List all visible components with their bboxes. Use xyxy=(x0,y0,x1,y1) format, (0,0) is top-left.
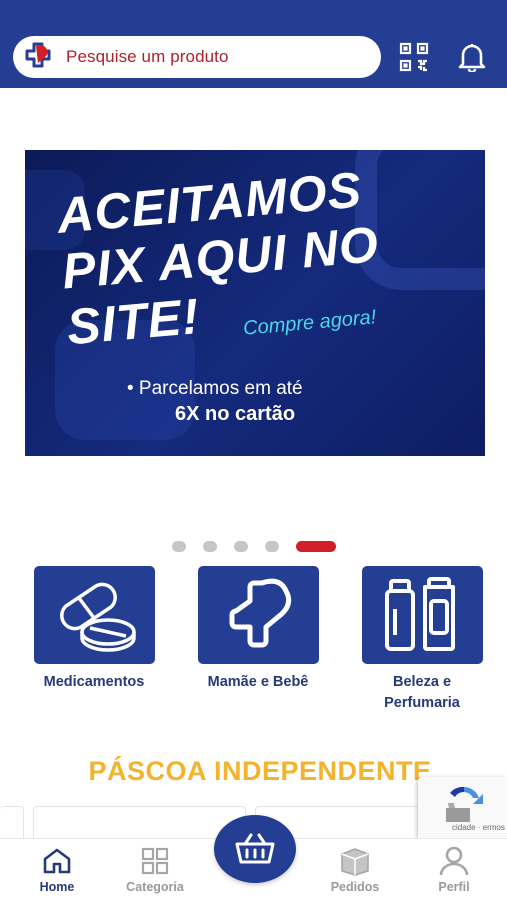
top-header: Pesquise um produto xyxy=(0,0,507,88)
nav-label: Perfil xyxy=(438,880,470,894)
carousel-dot-active[interactable] xyxy=(296,541,336,552)
home-screen: Pesquise um produto ACEITAMOS PIX AQUI N… xyxy=(0,0,507,900)
app-logo-icon xyxy=(25,42,51,68)
carousel-dots xyxy=(172,541,336,552)
search-bar[interactable]: Pesquise um produto xyxy=(13,36,381,78)
banner-subline-bold: 6X no cartão xyxy=(175,403,296,425)
home-icon xyxy=(43,848,71,874)
carousel-dot[interactable] xyxy=(234,541,248,552)
recaptcha-badge[interactable]: cidade · ermos xyxy=(418,777,507,839)
cart-button[interactable] xyxy=(214,815,296,883)
box-icon xyxy=(341,848,369,876)
heart-cross-icon xyxy=(229,578,292,648)
nav-label: Categoria xyxy=(126,880,184,894)
recaptcha-text: cidade · ermos xyxy=(452,823,505,832)
nav-pedidos[interactable]: Pedidos xyxy=(315,845,395,894)
category-label: Beleza e Perfumaria xyxy=(384,674,460,711)
pills-icon xyxy=(60,582,136,652)
search-placeholder: Pesquise um produto xyxy=(66,47,229,66)
nav-perfil[interactable]: Perfil xyxy=(414,845,494,894)
banner-subline: • Parcelamos em até xyxy=(127,378,303,399)
category-label: Mamãe e Bebê xyxy=(207,674,309,690)
carousel-dot[interactable] xyxy=(203,541,217,552)
grid-icon xyxy=(141,847,169,875)
nav-label: Home xyxy=(39,880,75,894)
bell-icon[interactable] xyxy=(456,41,488,73)
category-tile[interactable] xyxy=(33,566,155,664)
category-tile[interactable] xyxy=(197,566,319,664)
nav-categoria[interactable]: Categoria xyxy=(115,845,195,894)
basket-icon xyxy=(235,833,275,864)
promo-banner[interactable]: ACEITAMOS PIX AQUI NO SITE! Compre agora… xyxy=(25,150,485,456)
carousel-dot[interactable] xyxy=(172,541,186,552)
category-label: Medicamentos xyxy=(43,674,145,690)
recaptcha-icon xyxy=(446,786,483,822)
qr-code-icon[interactable] xyxy=(398,41,430,73)
user-icon xyxy=(439,846,469,876)
bottles-icon xyxy=(385,577,455,651)
category-mamae-bebe[interactable]: Mamãe e Bebê xyxy=(196,566,320,693)
nav-home[interactable]: Home xyxy=(17,845,97,894)
category-tile[interactable] xyxy=(361,566,483,664)
nav-label: Pedidos xyxy=(330,880,380,894)
category-medicamentos[interactable]: Medicamentos xyxy=(32,566,156,693)
category-beleza-perfumaria[interactable]: Beleza e Perfumaria xyxy=(360,566,484,714)
carousel-dot[interactable] xyxy=(265,541,279,552)
